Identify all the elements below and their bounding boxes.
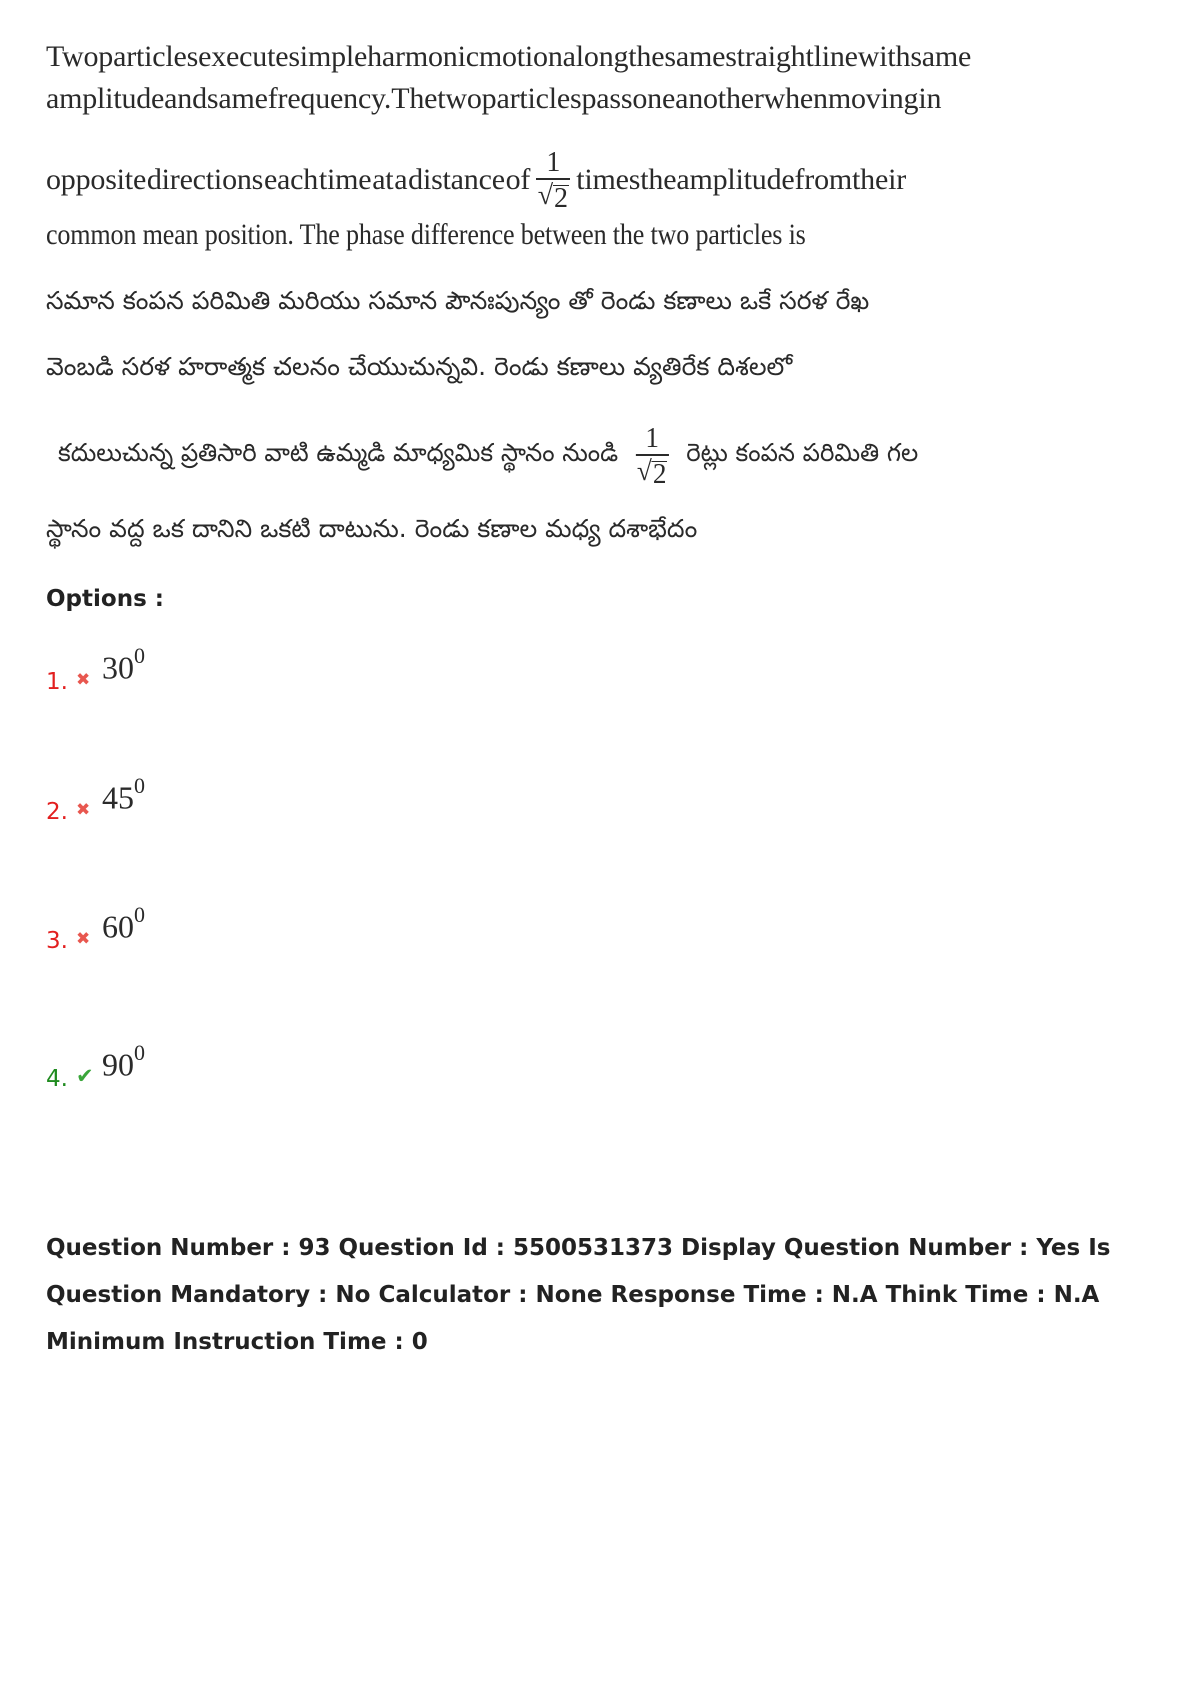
option-number: 3. xyxy=(46,927,68,954)
cross-icon: ✖ xyxy=(76,928,91,948)
fraction-one-over-root-two: 1 √ 2 xyxy=(536,147,571,214)
question-telugu-line-3-after: రెట్లు కంపన పరిమితి గల xyxy=(686,438,919,467)
question-word: in xyxy=(918,82,942,115)
question-word: execute xyxy=(198,40,289,73)
question-word: from xyxy=(794,163,853,196)
question-word: motion xyxy=(478,40,563,73)
question-word: opposite xyxy=(46,163,147,196)
fraction-numerator: 1 xyxy=(546,147,561,178)
question-english-line-2: amplitude and same frequency. The two particle… xyxy=(46,82,941,116)
option-value: 450 xyxy=(102,773,145,816)
option-value: 300 xyxy=(102,643,145,686)
question-word: frequency. xyxy=(267,82,392,115)
check-icon: ✔ xyxy=(76,1064,94,1088)
radicand: 2 xyxy=(651,459,668,490)
question-word: line xyxy=(813,40,858,73)
option-value: 600 xyxy=(102,902,145,945)
cross-icon: ✖ xyxy=(76,799,91,819)
option-number: 2. xyxy=(46,798,68,825)
question-english-line-1: Two particles execute simple harmonic motion a… xyxy=(46,40,971,74)
question-telugu-line-2: వెంబడి సరళ హరాత్మక చలనం చేయుచున్నవి. రెం… xyxy=(46,352,793,381)
fraction-denominator: √ 2 xyxy=(537,180,569,214)
question-word: same xyxy=(910,40,972,73)
question-word: times xyxy=(576,163,641,196)
cross-icon: ✖ xyxy=(76,669,91,689)
question-word: at xyxy=(372,163,394,196)
option-value: 900 xyxy=(102,1040,145,1083)
question-metadata: Question Number : 93 Question Id : 55005… xyxy=(46,1235,1111,1355)
question-word: amplitude xyxy=(676,163,795,196)
question-word: when xyxy=(763,82,828,115)
question-word: directions xyxy=(146,163,264,196)
question-word: along xyxy=(562,40,629,73)
question-word: the xyxy=(628,40,665,73)
question-word: simple xyxy=(288,40,368,73)
question-word: time xyxy=(318,163,372,196)
question-telugu-line-4: స్థానం వద్ద ఒక దానిని ఒకటి దాటును. రెండు… xyxy=(46,514,698,543)
question-word: two xyxy=(437,82,482,115)
question-word: straight xyxy=(725,40,814,73)
option-2[interactable]: 2. ✖ 450 xyxy=(46,773,145,825)
question-english-line-3-after: times the amplitude from their xyxy=(576,163,906,197)
option-number: 1. xyxy=(46,668,68,695)
question-english-line-3: opposite directions each time at a distance of … xyxy=(46,147,906,214)
question-telugu-line-3: కదులుచున్న ప్రతిసారి వాటి ఉమ్మడి మాధ్యమి… xyxy=(58,423,919,490)
question-word: each xyxy=(263,163,319,196)
question-word: harmonic xyxy=(367,40,479,73)
question-word: particles xyxy=(98,40,199,73)
question-word: Two xyxy=(46,40,99,73)
question-word: with xyxy=(857,40,911,73)
question-word: pass xyxy=(581,82,633,115)
option-number: 4. xyxy=(46,1065,68,1092)
options-label: Options : xyxy=(46,586,164,612)
question-word: The xyxy=(391,82,438,115)
radical-sign: √ xyxy=(636,456,652,487)
question-telugu-line-3-before: కదులుచున్న ప్రతిసారి వాటి ఉమ్మడి మాధ్యమి… xyxy=(58,438,619,467)
question-telugu-line-1: సమాన కంపన పరిమితి మరియు సమాన పౌనఃపున్యం … xyxy=(46,286,870,315)
option-3[interactable]: 3. ✖ 600 xyxy=(46,902,145,954)
radical-sign: √ xyxy=(537,180,553,211)
radicand: 2 xyxy=(552,183,569,214)
question-word: same xyxy=(664,40,726,73)
question-word: moving xyxy=(827,82,919,115)
option-1[interactable]: 1. ✖ 300 xyxy=(46,643,145,695)
question-word: the xyxy=(640,163,677,196)
fraction-numerator: 1 xyxy=(645,423,659,454)
question-english-line-4: common mean position. The phase differen… xyxy=(46,218,806,251)
question-word: a xyxy=(394,163,408,196)
option-4[interactable]: 4. ✔ 900 xyxy=(46,1040,145,1092)
question-word: and xyxy=(164,82,207,115)
fraction-denominator: √ 2 xyxy=(636,456,668,490)
fraction-one-over-root-two-telugu: 1 √ 2 xyxy=(635,423,669,490)
question-word: same xyxy=(206,82,268,115)
question-word: distance xyxy=(408,163,505,196)
question-word: particles xyxy=(481,82,582,115)
question-word: one xyxy=(632,82,676,115)
question-word: amplitude xyxy=(46,82,165,115)
question-english-line-3-before: opposite directions each time at a distance of xyxy=(46,163,530,197)
question-word: another xyxy=(675,82,764,115)
question-word: their xyxy=(852,163,906,196)
question-word: of xyxy=(505,163,531,196)
